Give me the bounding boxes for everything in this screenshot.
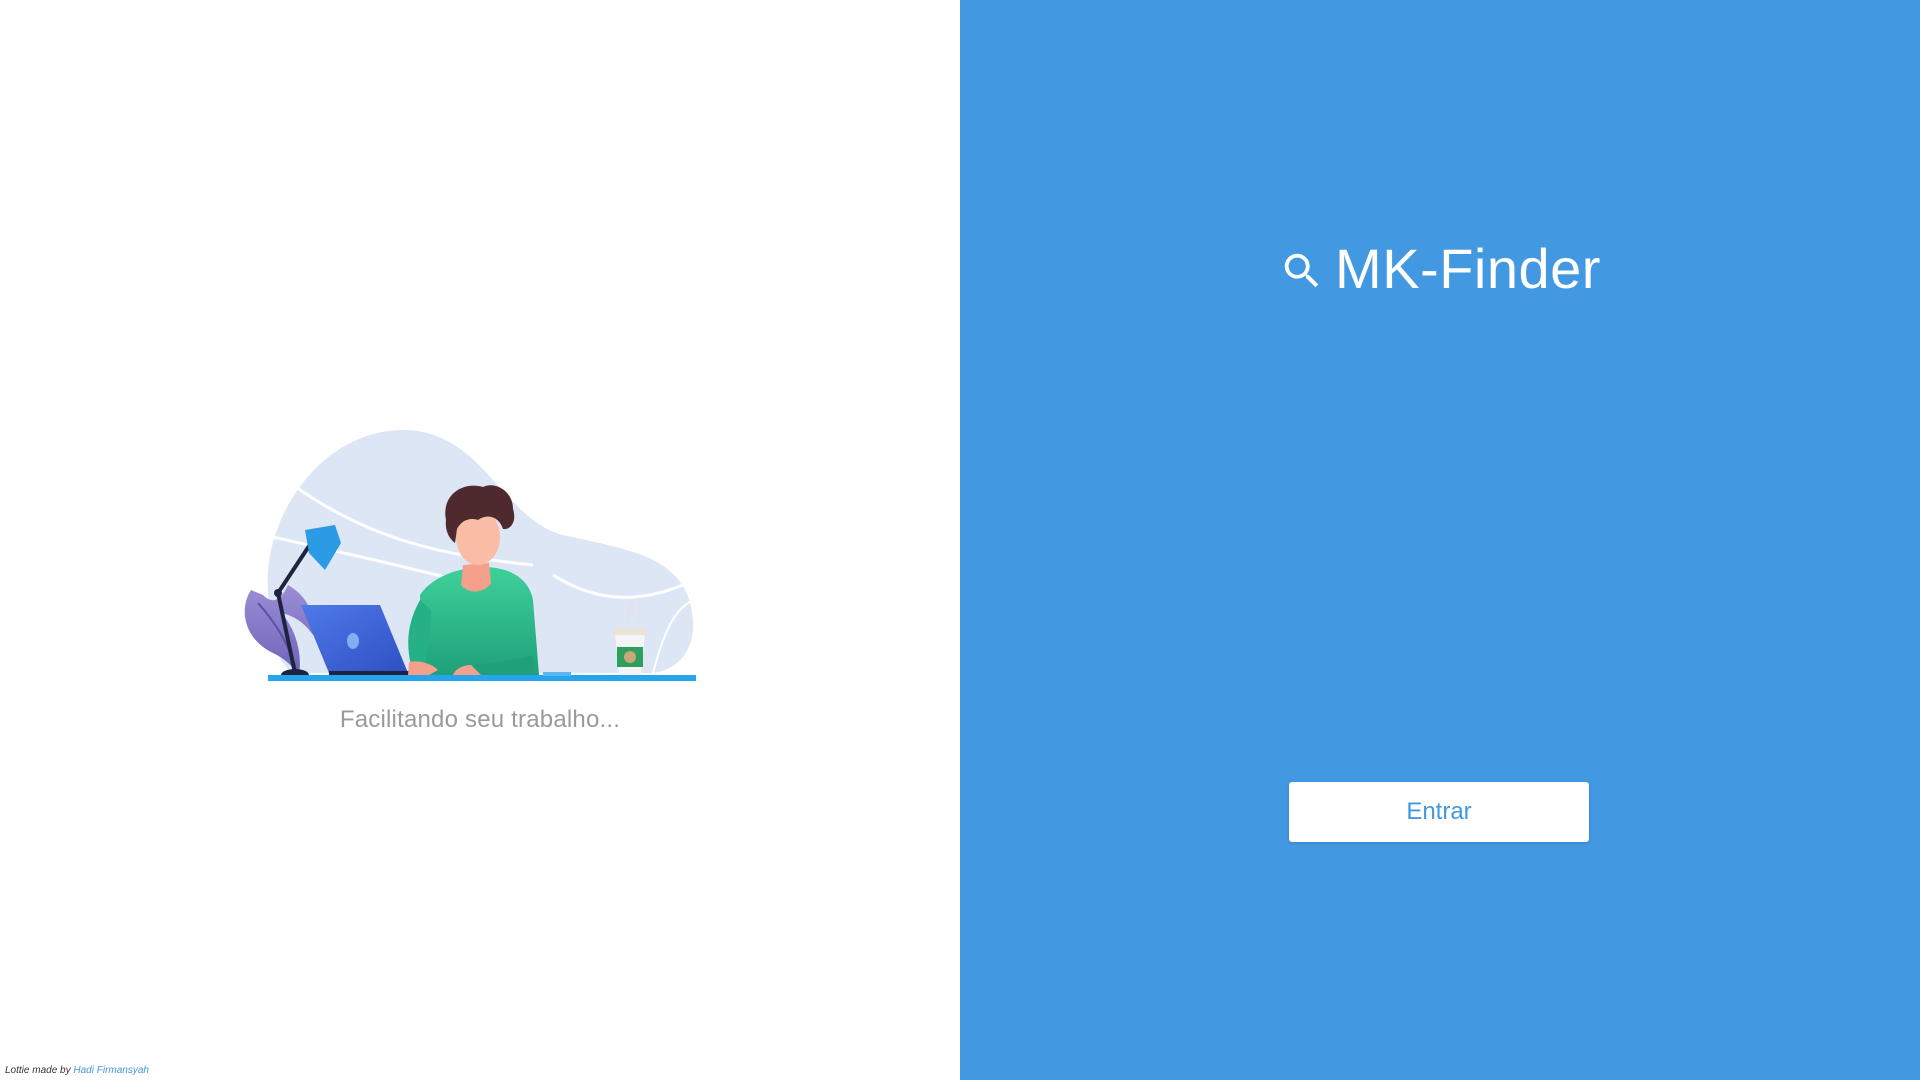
right-panel: MK-Finder Entrar	[960, 0, 1920, 1080]
login-button[interactable]: Entrar	[1289, 782, 1589, 842]
app-title: MK-Finder	[1335, 237, 1601, 300]
lottie-credit: Lottie made by Hadi Firmansyah	[5, 1065, 149, 1076]
credit-prefix: Lottie made by	[5, 1065, 71, 1076]
desk	[268, 675, 696, 681]
person-working-illustration	[244, 430, 696, 681]
tagline-text: Facilitando seu trabalho...	[339, 706, 621, 733]
left-panel: Facilitando seu trabalho... Lottie made …	[0, 0, 960, 1080]
search-icon	[1284, 253, 1319, 287]
brand-header: MK-Finder	[960, 236, 1920, 301]
app-root: Facilitando seu trabalho... Lottie made …	[0, 0, 1920, 1080]
credit-author-link[interactable]: Hadi Firmansyah	[73, 1065, 149, 1076]
